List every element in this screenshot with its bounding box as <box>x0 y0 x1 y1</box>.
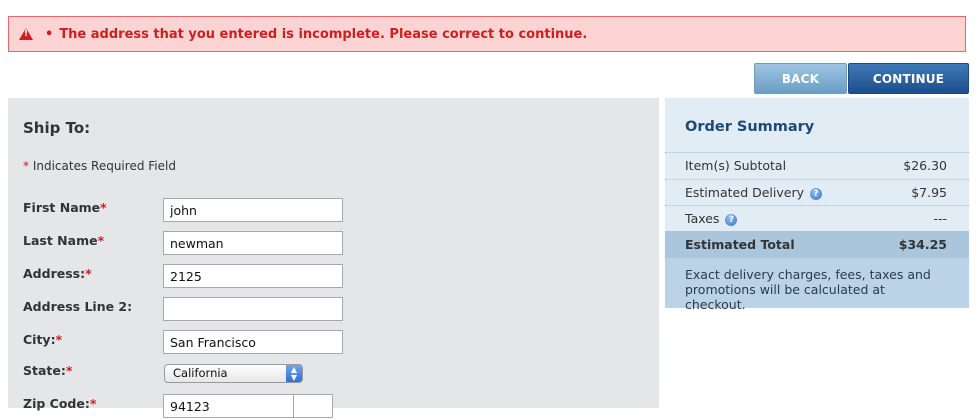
first-name-row: First Name* <box>23 198 643 224</box>
state-select[interactable]: California ▲ ▼ <box>164 364 303 383</box>
address-row: Address:* <box>23 264 643 290</box>
taxes-label: Taxes? <box>685 211 738 226</box>
last-name-row: Last Name* <box>23 231 643 257</box>
order-summary-panel: Order Summary Item(s) Subtotal $26.30 Es… <box>665 98 969 312</box>
help-icon[interactable]: ? <box>725 213 738 226</box>
subtotal-value: $26.30 <box>903 158 947 173</box>
address-line-2-row: Address Line 2: <box>23 297 643 323</box>
required-star: * <box>23 159 29 173</box>
city-input[interactable] <box>163 330 343 354</box>
required-note-text: Indicates Required Field <box>32 159 176 173</box>
address-input[interactable] <box>163 264 343 288</box>
delivery-value: $7.95 <box>911 185 947 200</box>
estimated-total-value: $34.25 <box>898 237 947 252</box>
taxes-value: --- <box>933 211 947 226</box>
continue-button[interactable]: CONTINUE <box>848 63 969 94</box>
taxes-row: Taxes? --- <box>665 205 969 231</box>
city-row: City:* <box>23 330 643 356</box>
last-name-input[interactable] <box>163 231 343 255</box>
delivery-label: Estimated Delivery? <box>685 185 823 200</box>
estimated-total-label: Estimated Total <box>685 237 795 252</box>
address-label: Address:* <box>23 266 92 281</box>
state-label: State:* <box>23 363 73 378</box>
zip-extension-input[interactable] <box>293 394 333 418</box>
warning-icon <box>19 28 33 40</box>
first-name-input[interactable] <box>163 198 343 222</box>
checkout-note: Exact delivery charges, fees, taxes and … <box>665 258 969 312</box>
delivery-row: Estimated Delivery? $7.95 <box>665 179 969 205</box>
required-field-note: * Indicates Required Field <box>23 159 176 173</box>
ship-to-panel: Ship To: * Indicates Required Field Firs… <box>8 98 659 418</box>
back-button[interactable]: BACK <box>754 63 847 94</box>
address-line-2-input[interactable] <box>163 297 343 321</box>
order-summary-title: Order Summary <box>685 119 815 135</box>
subtotal-label: Item(s) Subtotal <box>685 158 787 173</box>
zip-input[interactable] <box>163 394 294 418</box>
first-name-label: First Name* <box>23 200 107 215</box>
alert-bullet: • <box>45 26 54 42</box>
updown-arrows-icon: ▲ ▼ <box>286 365 302 382</box>
ship-to-title: Ship To: <box>23 119 91 137</box>
alert-message: The address that you entered is incomple… <box>59 26 588 42</box>
subtotal-row: Item(s) Subtotal $26.30 <box>665 152 969 178</box>
address-line-2-label: Address Line 2: <box>23 299 133 314</box>
state-row: State:* California ▲ ▼ <box>23 361 643 387</box>
help-icon[interactable]: ? <box>810 187 823 200</box>
last-name-label: Last Name* <box>23 233 105 248</box>
zip-label: Zip Code:* <box>23 396 97 411</box>
error-alert: • The address that you entered is incomp… <box>8 16 966 52</box>
zip-row: Zip Code:* <box>23 394 643 420</box>
state-selected-value: California <box>173 366 228 380</box>
city-label: City:* <box>23 332 63 347</box>
estimated-total-row: Estimated Total $34.25 <box>665 231 969 258</box>
